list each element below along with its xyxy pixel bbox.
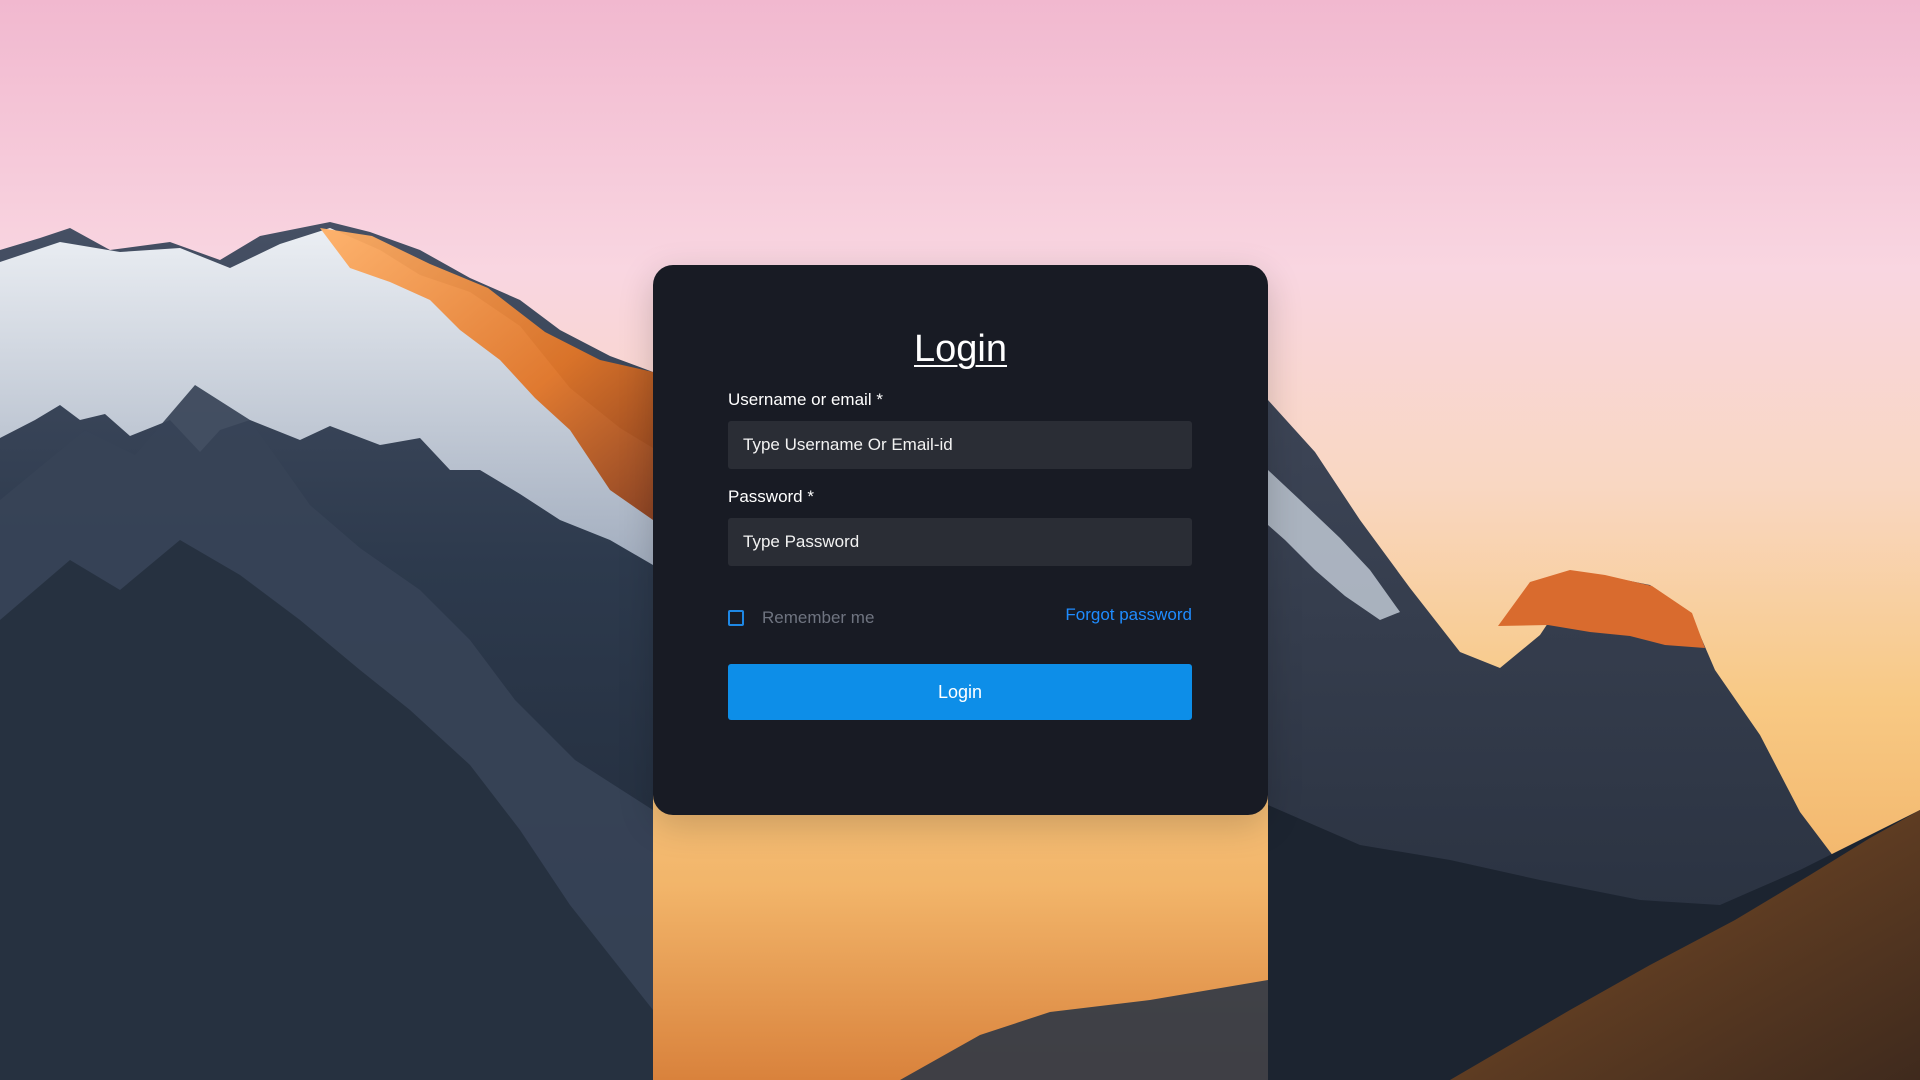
password-input[interactable] — [728, 518, 1192, 566]
login-title: Login — [914, 328, 1007, 370]
remember-me-checkbox[interactable] — [728, 610, 744, 626]
login-card: Login Username or email * Password * Rem… — [653, 265, 1268, 815]
forgot-password-link[interactable]: Forgot password — [1065, 605, 1192, 625]
password-label: Password * — [728, 487, 814, 506]
remember-me-control[interactable]: Remember me — [728, 607, 874, 629]
username-label: Username or email * — [728, 390, 883, 409]
username-input[interactable] — [728, 421, 1192, 469]
login-button[interactable]: Login — [728, 664, 1192, 720]
remember-me-label: Remember me — [762, 608, 875, 627]
login-page: Login Username or email * Password * Rem… — [0, 0, 1920, 1080]
